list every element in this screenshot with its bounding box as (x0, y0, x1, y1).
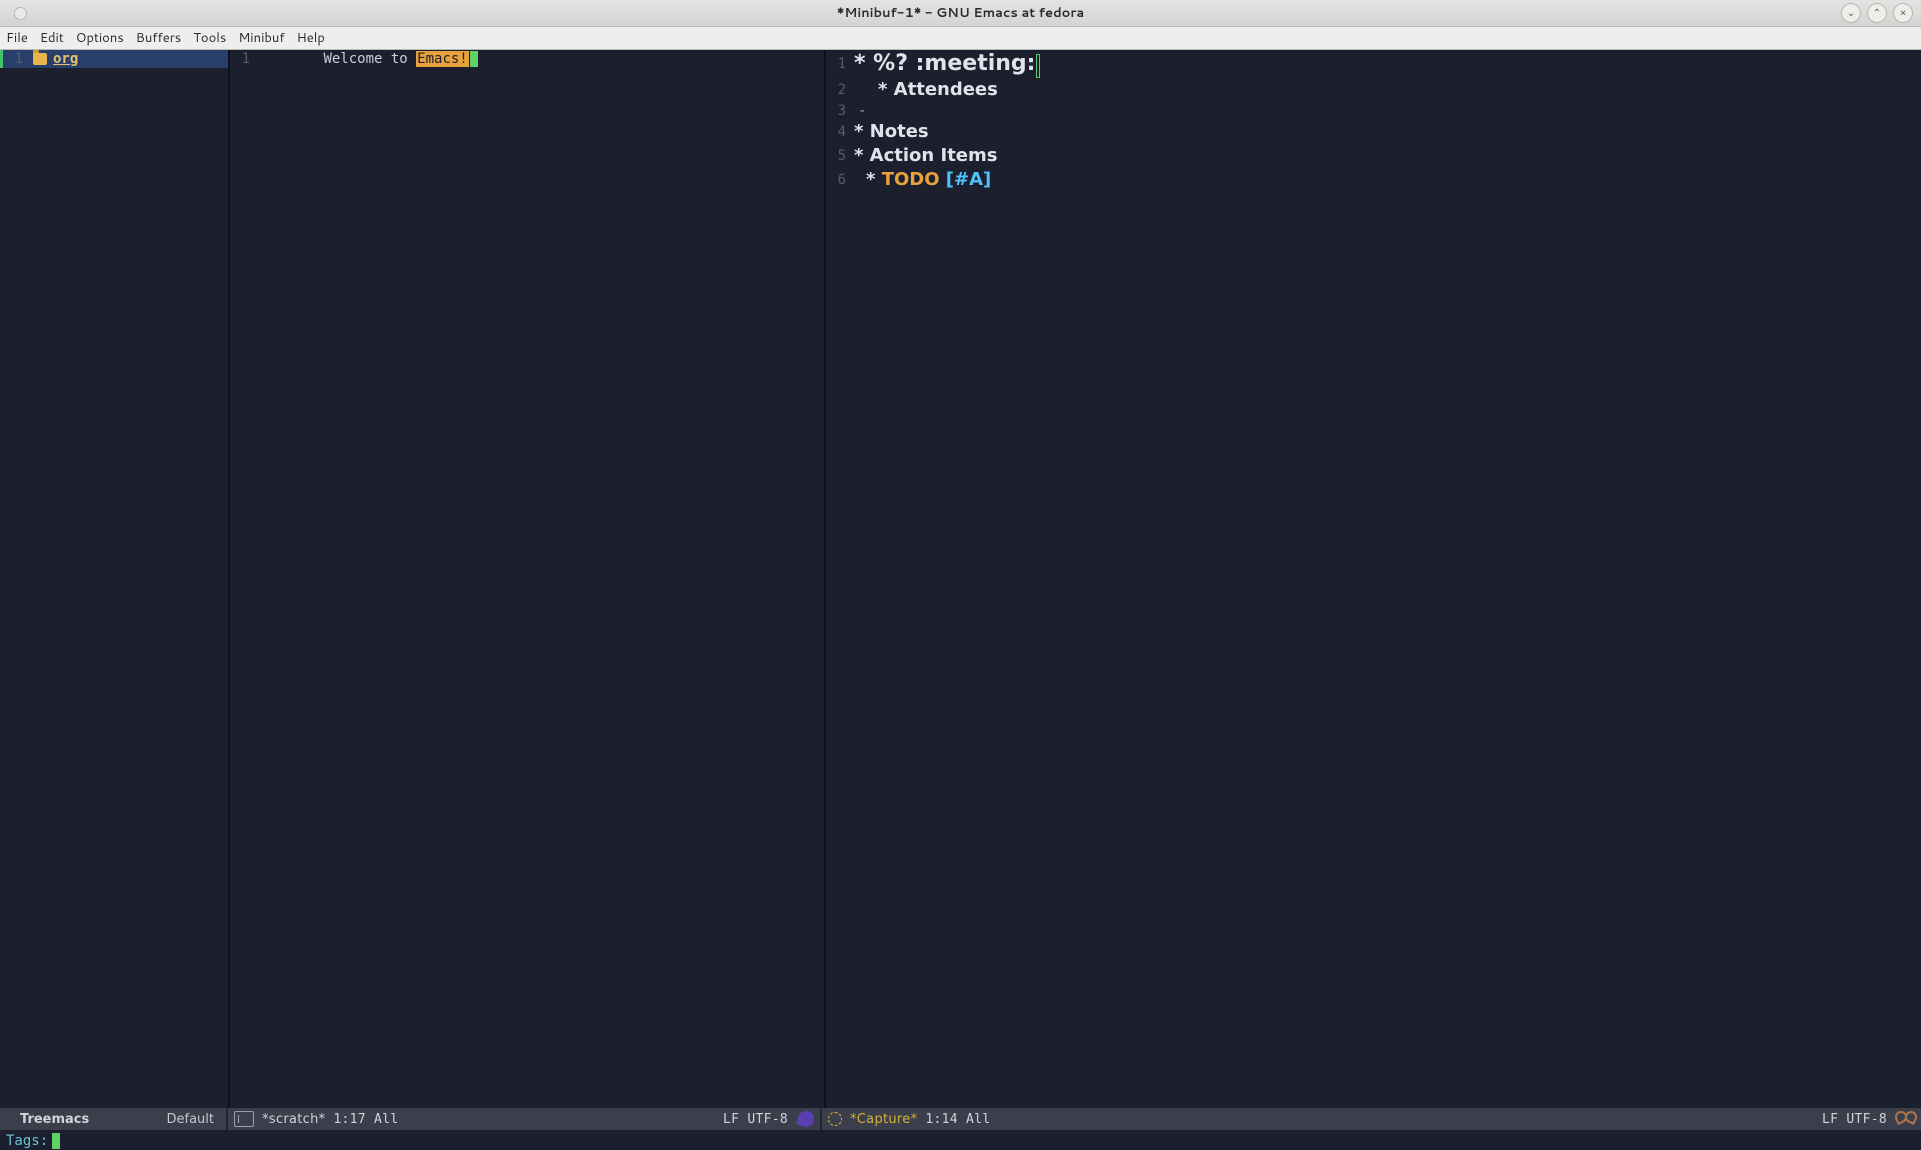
org-star: * (866, 169, 882, 190)
line-number: 1 (826, 56, 854, 72)
window-minimize-button[interactable]: ⌄ (1841, 3, 1861, 23)
capture-content[interactable]: 1 * %? :meeting: 2 * Attendees 3 - 4 (826, 50, 1921, 192)
modeline-treemacs[interactable]: Treemacs Default (0, 1108, 228, 1130)
folder-icon (33, 53, 47, 65)
line-number: 5 (826, 148, 854, 164)
line-number: 1 (230, 50, 256, 68)
org-heading-2[interactable]: * Attendees (854, 78, 998, 102)
org-priority: [#A] (940, 169, 992, 190)
window-maximize-button[interactable]: ⌃ (1867, 3, 1887, 23)
scratch-pane[interactable]: 1 Welcome to Emacs! (230, 50, 826, 1108)
scratch-cursor (470, 51, 478, 67)
modeline-position: 1:14 All (925, 1112, 990, 1127)
scratch-content[interactable]: Welcome to Emacs! (256, 50, 478, 86)
org-heading-notes-text: * Notes (854, 121, 929, 142)
capture-line-1[interactable]: 1 * %? :meeting: (826, 50, 1921, 78)
menu-file[interactable]: File (6, 29, 28, 47)
menu-minibuf[interactable]: Minibuf (238, 29, 284, 47)
minibuffer-prompt: Tags: (6, 1133, 48, 1149)
window-close-button[interactable]: × (1893, 3, 1913, 23)
capture-pane[interactable]: 1 * %? :meeting: 2 * Attendees 3 - 4 (826, 50, 1921, 1108)
modeline-modified-icon (828, 1112, 842, 1126)
scratch-text-highlight: Emacs! (416, 51, 469, 67)
window-buttons: ⌄ ⌃ × (1841, 3, 1913, 23)
modelines: Treemacs Default *scratch* 1:17 All LF U… (0, 1108, 1921, 1130)
window-dot-icon (14, 7, 27, 20)
menu-help[interactable]: Help (297, 29, 325, 47)
org-heading-todo[interactable]: * TODO [#A] (854, 168, 991, 192)
org-dash-text: - (858, 103, 866, 119)
modeline-buffer-name: *scratch* (262, 1112, 325, 1127)
org-todo-keyword: TODO (882, 169, 940, 190)
line-number: 2 (826, 82, 854, 98)
capture-cursor (1036, 54, 1040, 78)
scratch-text-prefix: Welcome to (323, 51, 416, 67)
menu-buffers[interactable]: Buffers (136, 29, 181, 47)
scratch-line-1[interactable]: 1 Welcome to Emacs! (230, 50, 824, 68)
minibuffer[interactable]: Tags: (0, 1130, 1921, 1150)
emacs-lisp-icon (796, 1109, 817, 1130)
modeline-buffer-name: Treemacs (20, 1112, 89, 1127)
modeline-capture[interactable]: *Capture* 1:14 All LF UTF-8 (822, 1108, 1921, 1130)
modeline-encoding: LF UTF-8 (1822, 1112, 1887, 1127)
minibuffer-cursor (52, 1133, 60, 1149)
line-number: 1 (3, 50, 29, 68)
org-heading-actions-text: * Action Items (854, 145, 997, 166)
modeline-encoding: LF UTF-8 (723, 1112, 788, 1127)
menu-tools[interactable]: Tools (193, 29, 226, 47)
capture-line-2[interactable]: 2 * Attendees (826, 78, 1921, 102)
capture-line-4[interactable]: 4 * Notes (826, 120, 1921, 144)
org-heading-actions[interactable]: * Action Items (854, 144, 997, 168)
org-heading-2-text: * Attendees (878, 79, 998, 100)
treemacs-pane[interactable]: 1 org (0, 50, 230, 1108)
modeline-right-text: Default (167, 1112, 215, 1127)
capture-line-5[interactable]: 5 * Action Items (826, 144, 1921, 168)
modeline-scratch[interactable]: *scratch* 1:17 All LF UTF-8 (228, 1108, 822, 1130)
modeline-position: 1:17 All (333, 1112, 398, 1127)
line-number: 4 (826, 124, 854, 140)
treemacs-root-label[interactable]: org (53, 50, 78, 68)
org-heading-1-text: * %? :meeting: (854, 51, 1035, 76)
treemacs-root-row[interactable]: 1 org (0, 50, 228, 68)
modeline-buffer-name: *Capture* (850, 1112, 917, 1127)
line-number: 3 (826, 103, 854, 119)
line-number: 6 (826, 172, 854, 188)
org-list-dash[interactable]: - (854, 102, 866, 120)
menu-edit[interactable]: Edit (40, 29, 64, 47)
window-titlebar: *Minibuf-1* - GNU Emacs at fedora ⌄ ⌃ × (0, 0, 1921, 27)
menu-options[interactable]: Options (76, 29, 124, 47)
modeline-state-icon (234, 1111, 254, 1127)
org-heading-notes[interactable]: * Notes (854, 120, 929, 144)
org-heading-1[interactable]: * %? :meeting: (854, 50, 1040, 78)
window-title: *Minibuf-1* - GNU Emacs at fedora (837, 4, 1084, 22)
menubar: File Edit Options Buffers Tools Minibuf … (0, 27, 1921, 50)
org-mode-icon (1897, 1111, 1915, 1127)
capture-line-3[interactable]: 3 - (826, 102, 1921, 120)
workspace: 1 org 1 Welcome to Emacs! 1 * %? :meetin… (0, 50, 1921, 1108)
capture-line-6[interactable]: 6 * TODO [#A] (826, 168, 1921, 192)
